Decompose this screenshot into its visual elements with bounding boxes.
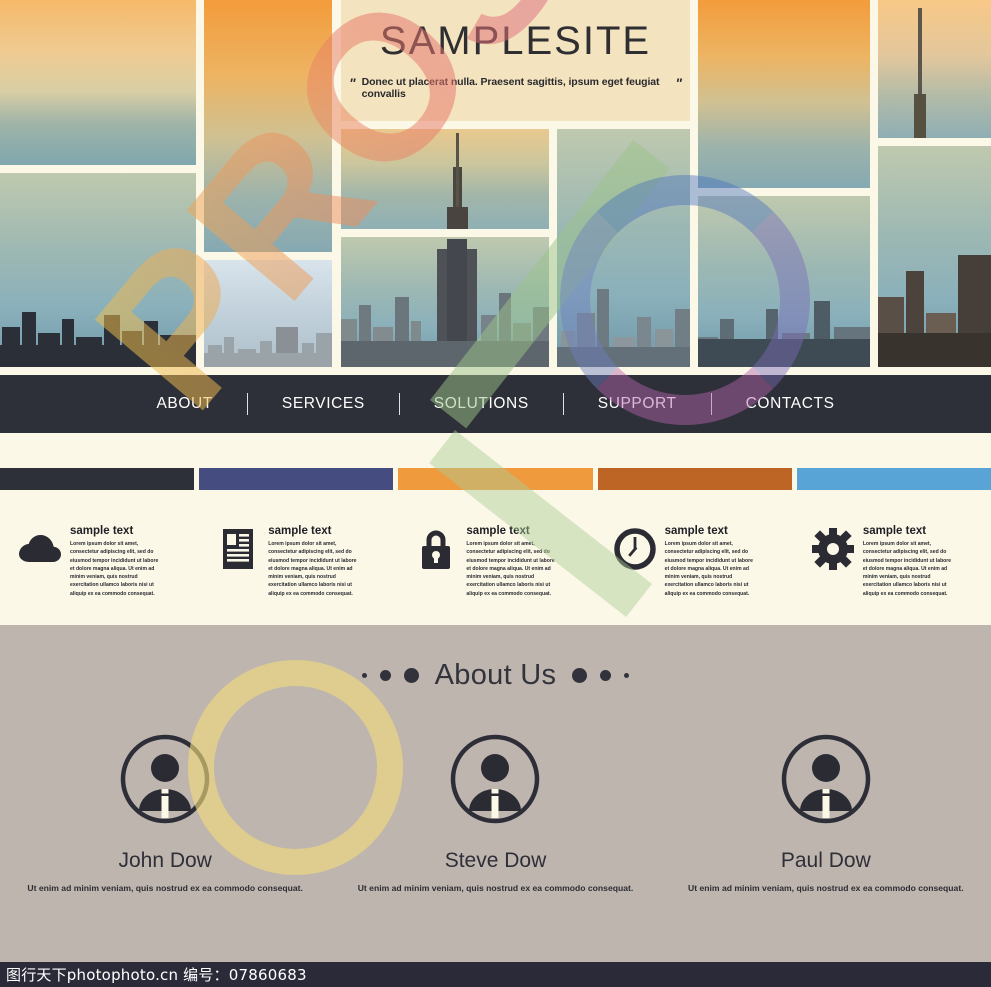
document-icon — [216, 523, 260, 575]
cloud-icon — [18, 523, 62, 575]
accent-bar — [398, 468, 593, 490]
nav-separator — [710, 393, 712, 415]
team-list: John Dow Ut enim ad minim veniam, quis n… — [0, 733, 991, 896]
about-title: About Us — [434, 659, 557, 691]
skyline-silhouette — [878, 217, 991, 367]
feature-item[interactable]: sample text Lorem ipsum dolor sit amet, … — [595, 523, 793, 598]
feature-heading: sample text — [664, 525, 728, 537]
accent-bar — [0, 468, 195, 490]
nav-separator — [398, 393, 400, 415]
hero-tile — [204, 260, 332, 367]
feature-item[interactable]: sample text Lorem ipsum dolor sit amet, … — [0, 523, 198, 598]
tagline-row: " Donec ut placerat nulla. Praesent sagi… — [341, 76, 690, 100]
about-heading-row: About Us — [0, 659, 991, 692]
accent-bar — [597, 468, 792, 490]
dot — [361, 673, 367, 678]
quote-close-icon: " — [675, 75, 682, 91]
hero-tile — [341, 129, 549, 229]
clock-icon — [613, 523, 657, 575]
dot — [403, 668, 419, 683]
feature-body: Lorem ipsum dolor sit amet, consectetur … — [268, 541, 357, 597]
feature-body: Lorem ipsum dolor sit amet, consectetur … — [70, 541, 159, 597]
about-section: About Us John Dow Ut enim ad minim venia… — [0, 625, 991, 962]
main-navigation: ABOUT SERVICES SOLUTIONS SUPPORT CONTACT… — [0, 375, 991, 433]
feature-body: Lorem ipsum dolor sit amet, consectetur … — [664, 541, 753, 597]
accent-bar — [199, 468, 394, 490]
member-name: John Dow — [118, 849, 212, 872]
feature-body: Lorem ipsum dolor sit amet, consectetur … — [466, 541, 555, 597]
member-name: Paul Dow — [780, 849, 871, 872]
quote-open-icon: " — [349, 75, 356, 91]
dot — [624, 673, 630, 678]
hero-tile — [698, 196, 870, 367]
skyline-silhouette — [341, 237, 549, 367]
hero-tile — [204, 0, 332, 252]
skyline-silhouette — [204, 309, 332, 367]
hero-tile — [698, 0, 870, 188]
avatar — [780, 733, 872, 825]
accent-bar — [796, 468, 991, 490]
nav-separator — [246, 393, 248, 415]
feature-text: sample text Lorem ipsum dolor sit amet, … — [268, 523, 360, 598]
feature-item[interactable]: sample text Lorem ipsum dolor sit amet, … — [793, 523, 991, 598]
hero-tile — [0, 173, 196, 367]
page-root: SAMPLESITE " Donec ut placerat nulla. Pr… — [0, 0, 991, 987]
feature-text: sample text Lorem ipsum dolor sit amet, … — [863, 523, 955, 598]
member-description: Ut enim ad minim veniam, quis nostrud ex… — [357, 883, 634, 893]
feature-text: sample text Lorem ipsum dolor sit amet, … — [665, 523, 757, 598]
team-member[interactable]: Steve Dow Ut enim ad minim veniam, quis … — [330, 733, 660, 896]
feature-heading: sample text — [70, 525, 134, 537]
dot — [379, 670, 391, 681]
avatar — [449, 733, 541, 825]
feature-item[interactable]: sample text Lorem ipsum dolor sit amet, … — [198, 523, 396, 598]
footer-watermark-bar: 图行天下photophoto.cn 编号：07860683 — [0, 962, 991, 987]
nav-item-support[interactable]: SUPPORT — [564, 395, 711, 413]
decorative-dots-right — [572, 668, 630, 683]
feature-heading: sample text — [862, 525, 927, 537]
nav-item-contacts[interactable]: CONTACTS — [712, 395, 869, 413]
hero-tile — [878, 146, 991, 367]
team-member[interactable]: John Dow Ut enim ad minim veniam, quis n… — [0, 733, 330, 896]
dot — [600, 670, 612, 681]
nav-separator — [562, 393, 564, 415]
feature-text: sample text Lorem ipsum dolor sit amet, … — [466, 523, 558, 598]
nav-item-services[interactable]: SERVICES — [248, 395, 399, 413]
member-name: Steve Dow — [444, 849, 547, 872]
skyline-silhouette — [557, 257, 690, 367]
member-description: Ut enim ad minim veniam, quis nostrud ex… — [27, 883, 303, 893]
features-section: sample text Lorem ipsum dolor sit amet, … — [0, 433, 991, 625]
gear-icon — [811, 523, 855, 575]
page-title: SAMPLESITE — [379, 19, 652, 63]
accent-bar-row — [0, 468, 991, 490]
decorative-dots-left — [361, 668, 419, 683]
avatar — [119, 733, 211, 825]
skyline-silhouette — [698, 271, 870, 367]
feature-heading: sample text — [466, 525, 530, 537]
dot — [572, 668, 588, 683]
nav-item-about[interactable]: ABOUT — [122, 395, 246, 413]
feature-body: Lorem ipsum dolor sit amet, consectetur … — [862, 541, 952, 597]
member-description: Ut enim ad minim veniam, quis nostrud ex… — [688, 883, 964, 893]
skyline-silhouette — [0, 305, 196, 367]
hero-title-card: SAMPLESITE " Donec ut placerat nulla. Pr… — [341, 0, 690, 121]
feature-text: sample text Lorem ipsum dolor sit amet, … — [70, 523, 162, 598]
feature-heading: sample text — [268, 525, 332, 537]
tagline: Donec ut placerat nulla. Praesent sagitt… — [361, 76, 660, 100]
hero-tile — [878, 0, 991, 138]
lock-icon — [414, 523, 458, 575]
team-member[interactable]: Paul Dow Ut enim ad minim veniam, quis n… — [661, 733, 991, 896]
feature-list: sample text Lorem ipsum dolor sit amet, … — [0, 523, 991, 598]
nav-item-solutions[interactable]: SOLUTIONS — [400, 395, 563, 413]
feature-item[interactable]: sample text Lorem ipsum dolor sit amet, … — [396, 523, 594, 598]
footer-watermark-text: 图行天下photophoto.cn 编号：07860683 — [6, 966, 307, 984]
hero-tile — [0, 0, 196, 165]
hero-tile — [557, 129, 690, 367]
hero-tile — [341, 237, 549, 367]
